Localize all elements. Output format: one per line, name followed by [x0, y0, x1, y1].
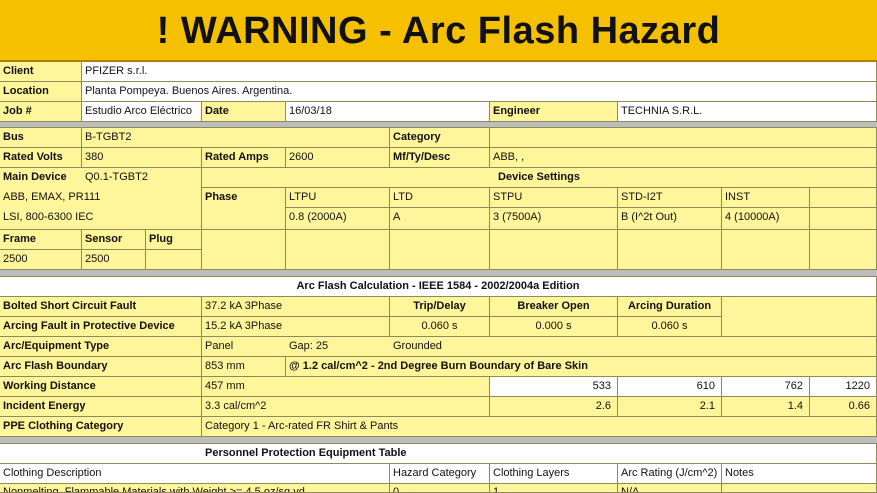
ds-header-std-i2t: STD-I2T	[618, 188, 722, 208]
bolted-value: 37.2 kA 3Phase	[202, 297, 390, 317]
plug-label: Plug	[146, 230, 202, 250]
job-label: Job #	[0, 102, 82, 122]
location-value: Planta Pompeya. Buenos Aires. Argentina.	[82, 82, 877, 102]
date-label: Date	[202, 102, 286, 122]
ppe-col-arc-rating: Arc Rating (J/cm^2)	[618, 464, 722, 484]
sensor-label: Sensor	[82, 230, 146, 250]
frame-label: Frame	[0, 230, 82, 250]
main-device-line2: ABB, EMAX, PR111	[0, 188, 200, 208]
ppe-table-header: Personnel Protection Equipment Table	[0, 444, 877, 464]
main-device-value: Q0.1-TGBT2	[82, 168, 200, 188]
settings-extra-6	[722, 230, 810, 270]
equipment-type-value: Panel	[202, 337, 286, 356]
job-value: Estudio Arco Eléctrico	[82, 102, 202, 122]
ppe-value: Category 1 - Arc-rated FR Shirt & Pants	[202, 417, 877, 437]
settings-extra-5	[618, 230, 722, 270]
frame-value: 2500	[0, 250, 82, 270]
gap-value: Gap: 25	[286, 337, 390, 356]
ppe-row-arc-rating: N/A	[618, 484, 722, 493]
settings-extra-1	[202, 230, 286, 270]
separator	[0, 270, 877, 277]
energy-533: 2.6	[490, 397, 618, 417]
ds-value-ltd: A	[390, 208, 490, 230]
settings-extra-2	[286, 230, 390, 270]
incident-energy-label: Incident Energy	[0, 397, 202, 417]
device-settings-header: Device Settings	[202, 168, 877, 188]
breaker-open-value: 0.000 s	[490, 317, 618, 337]
distance-1220: 1220	[810, 377, 877, 397]
client-value: PFIZER s.r.l.	[82, 62, 877, 82]
rated-volts-value: 380	[82, 148, 202, 168]
arcing-duration-label: Arcing Duration	[618, 297, 722, 317]
date-value: 16/03/18	[286, 102, 490, 122]
energy-762: 1.4	[722, 397, 810, 417]
ppe-col-hazard-category: Hazard Category	[390, 464, 490, 484]
ds-value-ltpu: 0.8 (2000A)	[286, 208, 390, 230]
ds-header-ltpu: LTPU	[286, 188, 390, 208]
rated-amps-label: Rated Amps	[202, 148, 286, 168]
ppe-row-hazard: 0	[390, 484, 490, 493]
arcing-duration-value: 0.060 s	[618, 317, 722, 337]
main-device-label: Main Device	[0, 168, 82, 188]
trip-delay-value: 0.060 s	[390, 317, 490, 337]
location-label: Location	[0, 82, 82, 102]
arcing-fault-value: 15.2 kA 3Phase	[202, 317, 390, 337]
settings-extra-4	[490, 230, 618, 270]
distance-610: 610	[618, 377, 722, 397]
arc-boundary-value: 853 mm	[202, 357, 286, 377]
ppe-row-layers: 1	[490, 484, 618, 493]
rated-volts-label: Rated Volts	[0, 148, 82, 168]
ppe-col-notes: Notes	[722, 464, 877, 484]
main-device-line3: LSI, 800-6300 IEC	[0, 208, 200, 228]
grounded-value: Grounded	[390, 337, 490, 356]
sensor-value: 2500	[82, 250, 146, 270]
bus-value: B-TGBT2	[82, 128, 390, 148]
warning-banner: ! WARNING - Arc Flash Hazard	[0, 0, 877, 62]
distance-762: 762	[722, 377, 810, 397]
client-label: Client	[0, 62, 82, 82]
warning-title: ! WARNING - Arc Flash Hazard	[156, 10, 721, 52]
ds-value-empty	[810, 208, 877, 230]
incident-energy-value: 3.3 cal/cm^2	[202, 397, 490, 417]
settings-extra-7	[810, 230, 877, 270]
arcing-fault-label: Arcing Fault in Protective Device	[0, 317, 202, 337]
energy-1220: 0.66	[810, 397, 877, 417]
ds-header-inst: INST	[722, 188, 810, 208]
ds-header-ltd: LTD	[390, 188, 490, 208]
ds-value-stpu: 3 (7500A)	[490, 208, 618, 230]
working-distance-value: 457 mm	[202, 377, 490, 397]
mf-ty-desc-value: ABB, ,	[490, 148, 877, 168]
engineer-label: Engineer	[490, 102, 618, 122]
bolted-label: Bolted Short Circuit Fault	[0, 297, 202, 317]
arc-empty-top	[722, 297, 877, 337]
ppe-row-notes	[722, 484, 877, 493]
working-distance-label: Working Distance	[0, 377, 202, 397]
arc-calc-header: Arc Flash Calculation - IEEE 1584 - 2002…	[0, 277, 877, 297]
phase-label: Phase	[202, 188, 286, 230]
mf-ty-desc-label: Mf/Ty/Desc	[390, 148, 490, 168]
ds-value-inst: 4 (10000A)	[722, 208, 810, 230]
plug-value	[146, 250, 202, 270]
ppe-row-description: Nonmelting, Flammable Materials with Wei…	[0, 484, 390, 493]
distance-533: 533	[490, 377, 618, 397]
category-label: Category	[390, 128, 490, 148]
engineer-value: TECHNIA S.R.L.	[618, 102, 877, 122]
ppe-col-clothing-layers: Clothing Layers	[490, 464, 618, 484]
energy-610: 2.1	[618, 397, 722, 417]
ppe-label: PPE Clothing Category	[0, 417, 202, 437]
breaker-open-label: Breaker Open	[490, 297, 618, 317]
arc-boundary-label: Arc Flash Boundary	[0, 357, 202, 377]
separator	[0, 437, 877, 444]
ppe-col-clothing-description: Clothing Description	[0, 464, 390, 484]
settings-extra-3	[390, 230, 490, 270]
arc-boundary-note: @ 1.2 cal/cm^2 - 2nd Degree Burn Boundar…	[286, 357, 877, 377]
ds-header-empty	[810, 188, 877, 208]
category-value	[490, 128, 877, 148]
arc-equipment-label: Arc/Equipment Type	[0, 337, 202, 357]
ds-header-stpu: STPU	[490, 188, 618, 208]
rated-amps-value: 2600	[286, 148, 390, 168]
bus-label: Bus	[0, 128, 82, 148]
trip-delay-label: Trip/Delay	[390, 297, 490, 317]
ds-value-std-i2t: B (I^2t Out)	[618, 208, 722, 230]
